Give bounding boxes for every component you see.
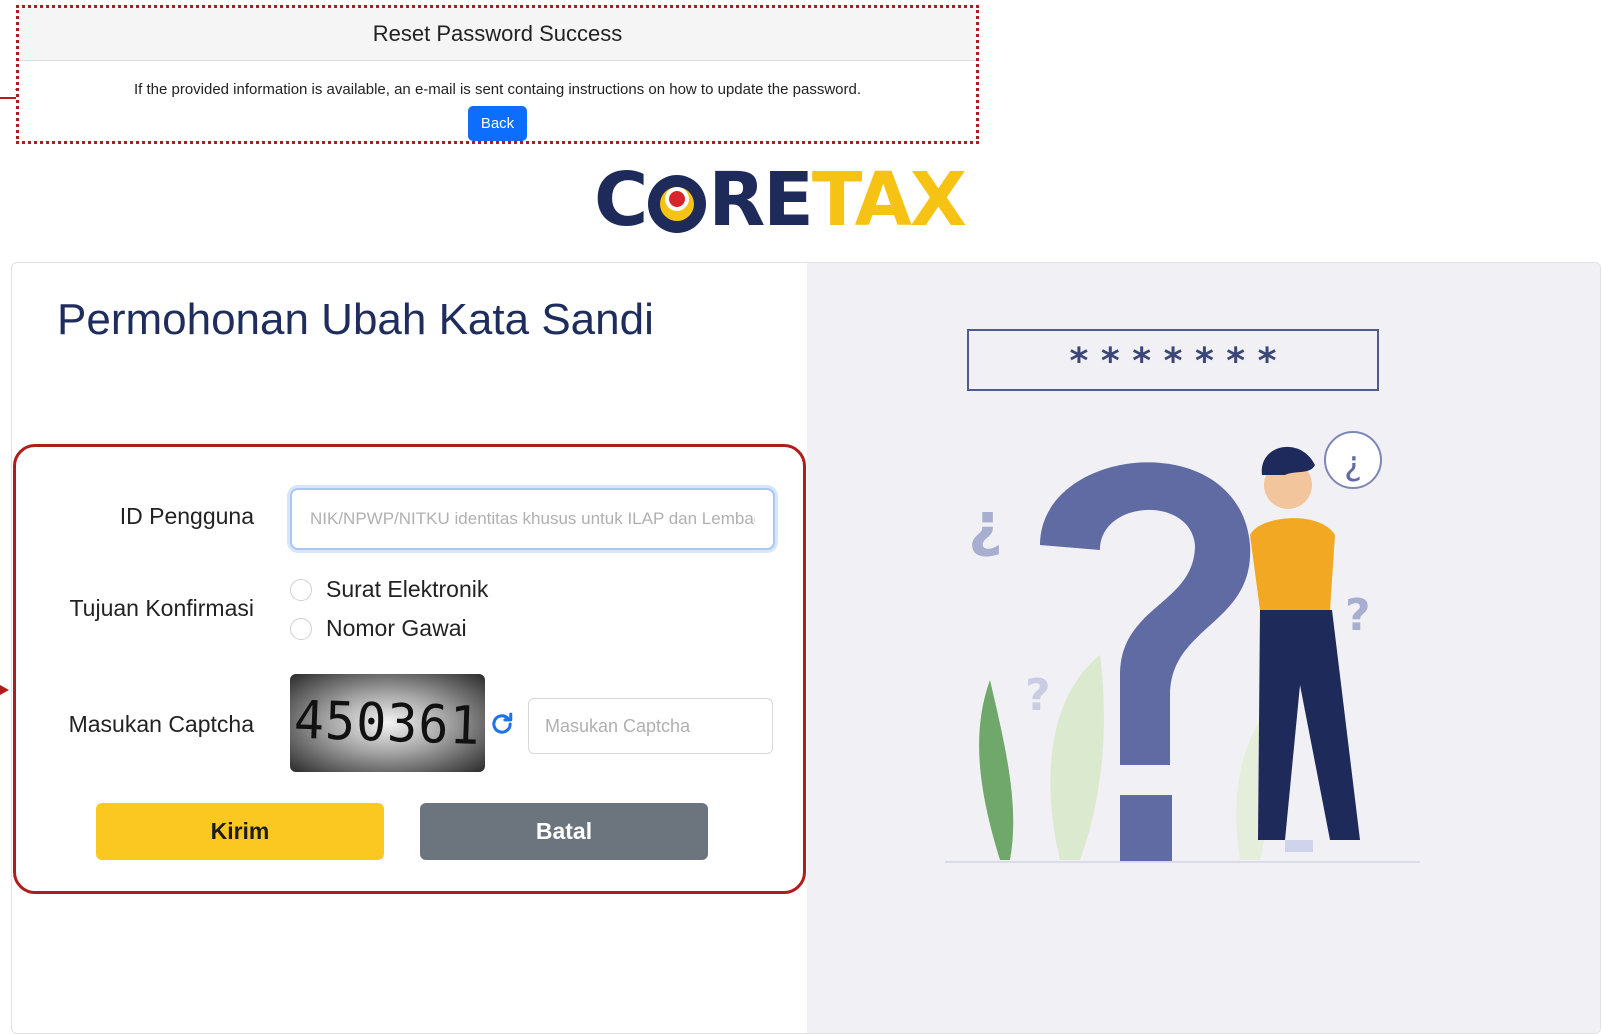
logo-text-c: C	[594, 157, 648, 243]
plant-leaf-icon	[1050, 655, 1104, 860]
refresh-captcha-icon[interactable]	[488, 710, 516, 738]
radio-nomor-gawai[interactable]: Nomor Gawai	[290, 615, 467, 642]
password-question-illustration: * * * * * * * ¿ ? ? ¿	[945, 329, 1420, 863]
dialog-body: If the provided information is available…	[19, 61, 976, 141]
password-mask-text: * * * * * * *	[1070, 341, 1277, 382]
radio-label-gawai: Nomor Gawai	[326, 615, 467, 641]
annotation-arrow-head-2	[0, 685, 9, 695]
logo-emblem-icon	[648, 175, 707, 233]
person-pants-icon	[1258, 610, 1360, 840]
logo-text-re: RE	[708, 157, 814, 243]
bubble-question-icon: ¿	[1344, 444, 1362, 484]
person-shirt-icon	[1250, 518, 1335, 610]
back-button[interactable]: Back	[467, 106, 528, 141]
batal-button[interactable]: Batal	[420, 803, 708, 860]
reset-success-dialog: Reset Password Success If the provided i…	[16, 5, 979, 144]
captcha-code: 450361	[293, 689, 482, 757]
person-hair-icon	[1261, 446, 1315, 475]
dialog-message: If the provided information is available…	[133, 81, 862, 98]
tujuan-konfirmasi-label: Tujuan Konfirmasi	[69, 595, 254, 621]
captcha-input[interactable]	[528, 698, 773, 754]
radio-label-surat: Surat Elektronik	[326, 576, 489, 602]
id-pengguna-input[interactable]	[290, 488, 775, 550]
id-pengguna-label: ID Pengguna	[119, 503, 254, 529]
captcha-label: Masukan Captcha	[68, 711, 254, 737]
captcha-image: 450361	[290, 674, 485, 772]
person-shoe-icon	[1285, 840, 1313, 852]
plant-leaf-icon	[979, 680, 1014, 860]
logo-text-tax: TAX	[811, 157, 967, 243]
kirim-button[interactable]: Kirim	[96, 803, 384, 860]
dialog-title: Reset Password Success	[19, 8, 976, 61]
page-title: Permohonan Ubah Kata Sandi	[57, 295, 654, 344]
radio-surat-elektronik[interactable]: Surat Elektronik	[290, 576, 488, 603]
small-question-icon: ?	[1025, 670, 1051, 721]
radio-button-icon[interactable]	[290, 578, 312, 601]
small-question-icon: ¿	[968, 490, 1003, 560]
small-question-icon: ?	[1345, 590, 1371, 641]
radio-button-icon[interactable]	[290, 617, 312, 640]
question-dot-icon	[1120, 795, 1172, 861]
coretax-logo: C RE TAX	[594, 157, 1004, 243]
